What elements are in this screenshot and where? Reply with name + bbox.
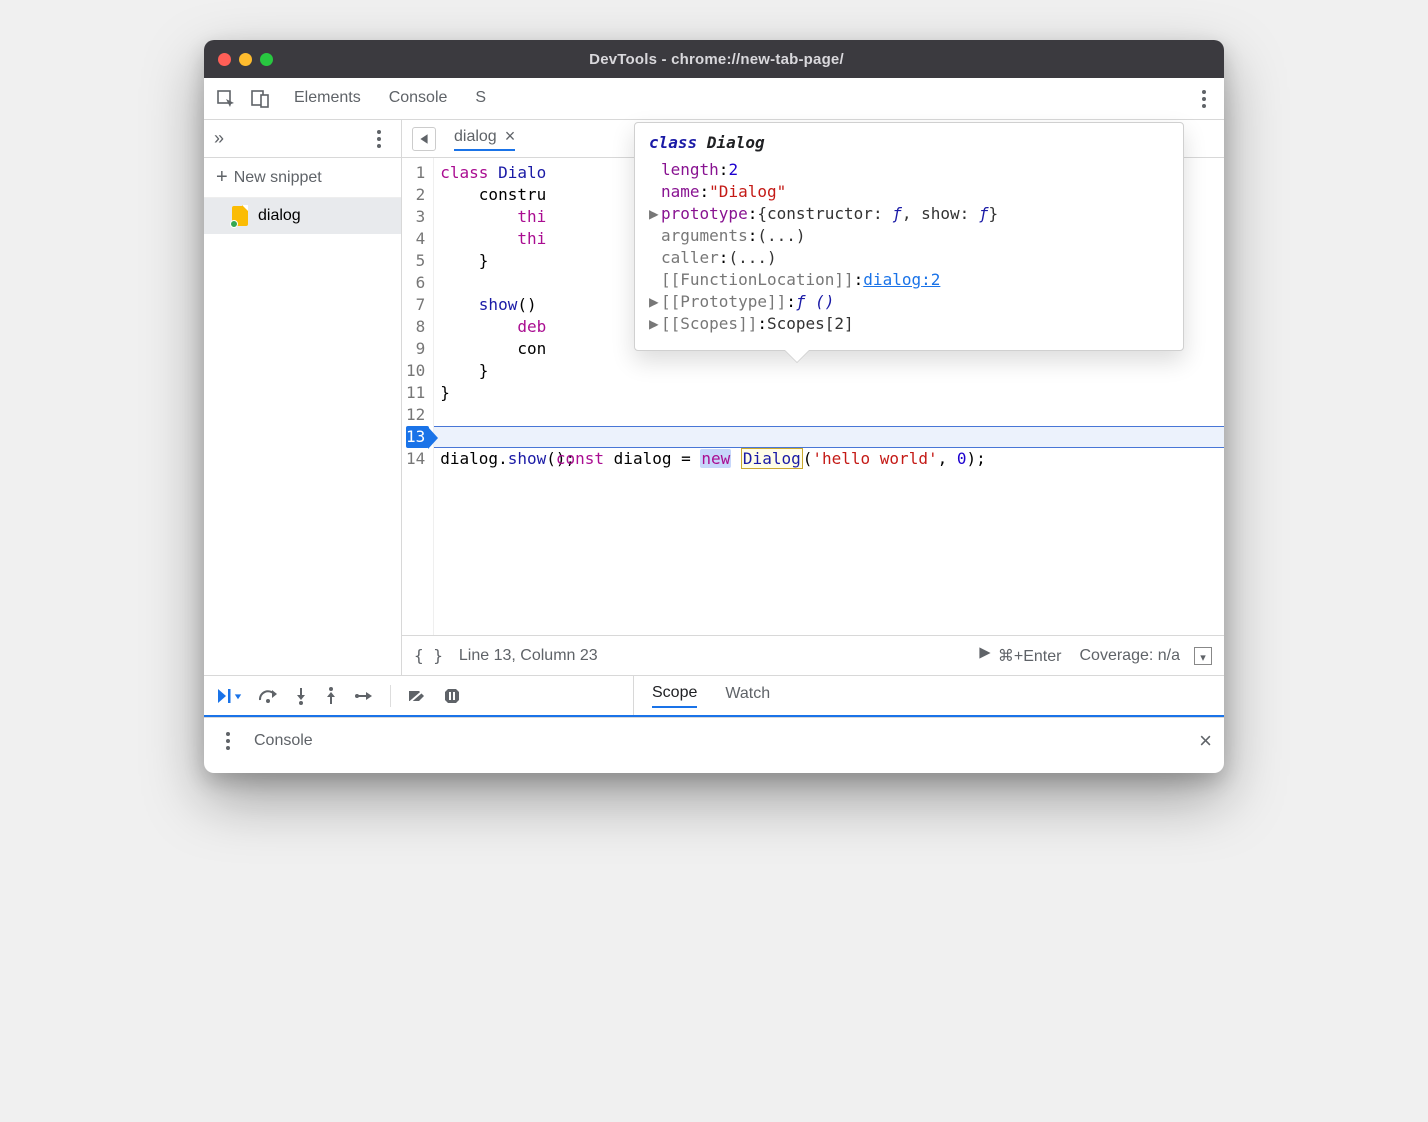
inspect-element-icon[interactable] <box>212 85 240 113</box>
close-tab-icon[interactable]: × <box>505 126 516 147</box>
minimize-window-icon[interactable] <box>239 53 252 66</box>
property-value: "Dialog" <box>709 182 786 201</box>
subtab-scope[interactable]: Scope <box>652 684 697 708</box>
debugger-bar: Scope Watch <box>204 675 1224 715</box>
settings-menu-icon[interactable] <box>1192 90 1216 108</box>
expand-triangle-icon[interactable]: ▶ <box>649 314 661 333</box>
line-gutter: 123 456 789 101112 13 14 <box>402 158 434 635</box>
window-title: DevTools - chrome://new-tab-page/ <box>273 51 1160 68</box>
close-window-icon[interactable] <box>218 53 231 66</box>
new-snippet-label: New snippet <box>234 169 322 187</box>
property-key: arguments <box>661 226 748 245</box>
format-button[interactable]: { } <box>414 646 443 665</box>
run-snippet-icon[interactable] <box>978 646 992 665</box>
property-value: (...) <box>728 248 776 267</box>
property-row[interactable]: ▶prototype: {constructor: ƒ, show: ƒ} <box>649 204 1169 223</box>
expand-triangle-icon[interactable]: ▶ <box>649 204 661 223</box>
expand-triangle-icon[interactable]: ▶ <box>649 292 661 311</box>
navigator-menu-icon[interactable] <box>367 130 391 148</box>
execution-arrow-icon <box>428 427 438 449</box>
property-row[interactable]: ▶name: "Dialog" <box>649 182 1169 201</box>
property-value[interactable]: dialog:2 <box>863 270 940 289</box>
plus-icon: + <box>216 166 228 189</box>
property-key: name <box>661 182 700 201</box>
property-key: caller <box>661 248 719 267</box>
property-row[interactable]: ▶[[Prototype]]: ƒ () <box>649 292 1169 311</box>
file-tab-label: dialog <box>454 128 497 146</box>
drawer-tab-console[interactable]: Console <box>254 732 313 750</box>
expand-tabs-icon[interactable]: » <box>214 128 224 149</box>
current-line-number: 13 <box>406 426 429 448</box>
coverage-toggle-icon[interactable]: ▾ <box>1194 647 1212 665</box>
run-shortcut-label: ⌘+Enter <box>998 646 1062 666</box>
top-toolbar: Elements Console S <box>204 78 1224 120</box>
step-out-button[interactable] <box>324 687 338 705</box>
snippet-item-dialog[interactable]: dialog <box>204 198 401 234</box>
property-key: length <box>661 160 719 179</box>
property-value: {constructor: ƒ, show: ƒ} <box>757 204 998 223</box>
new-snippet-button[interactable]: + New snippet <box>204 158 401 198</box>
property-value: 2 <box>728 160 738 179</box>
snippet-file-icon <box>232 206 248 226</box>
property-row[interactable]: ▶caller: (...) <box>649 248 1169 267</box>
property-row[interactable]: ▶arguments: (...) <box>649 226 1169 245</box>
property-value: (...) <box>757 226 805 245</box>
panel-tabs: Elements Console S <box>294 89 486 109</box>
property-row[interactable]: ▶[[FunctionLocation]]: dialog:2 <box>649 270 1169 289</box>
window-titlebar: DevTools - chrome://new-tab-page/ <box>204 40 1224 78</box>
highlighted-token-dialog[interactable]: Dialog <box>741 448 803 469</box>
resume-button[interactable] <box>216 687 242 705</box>
devtools-window: DevTools - chrome://new-tab-page/ Elemen… <box>204 40 1224 773</box>
object-inspector-popover: class Dialog ▶length: 2▶name: "Dialog"▶p… <box>634 122 1184 351</box>
property-row[interactable]: ▶length: 2 <box>649 160 1169 179</box>
close-drawer-icon[interactable]: × <box>1199 728 1212 754</box>
step-into-button[interactable] <box>294 687 308 705</box>
property-key: [[Prototype]] <box>661 292 786 311</box>
subtab-watch[interactable]: Watch <box>725 685 770 707</box>
property-key: [[Scopes]] <box>661 314 757 333</box>
tab-console[interactable]: Console <box>389 89 448 109</box>
tab-sources-truncated[interactable]: S <box>475 89 486 109</box>
coverage-label: Coverage: n/a <box>1079 647 1180 665</box>
navigator-top: » <box>204 120 401 158</box>
pause-on-exceptions-button[interactable] <box>443 687 461 705</box>
popover-header: class Dialog <box>649 133 1169 152</box>
tab-elements[interactable]: Elements <box>294 89 361 109</box>
property-value: ƒ () <box>796 292 835 311</box>
step-over-button[interactable] <box>258 688 278 704</box>
deactivate-breakpoints-button[interactable] <box>407 688 427 704</box>
editor-statusbar: { } Line 13, Column 23 ⌘+Enter Coverage:… <box>402 635 1224 675</box>
drawer-menu-icon[interactable] <box>216 732 240 750</box>
step-button[interactable] <box>354 689 374 703</box>
console-drawer: Console × <box>204 717 1224 763</box>
maximize-window-icon[interactable] <box>260 53 273 66</box>
debugger-subtabs: Scope Watch <box>634 676 1224 715</box>
property-key: prototype <box>661 204 748 223</box>
snippet-item-label: dialog <box>258 207 301 225</box>
property-row[interactable]: ▶[[Scopes]]: Scopes[2] <box>649 314 1169 333</box>
property-key: [[FunctionLocation]] <box>661 270 854 289</box>
property-value: Scopes[2] <box>767 314 854 333</box>
file-tab-dialog[interactable]: dialog × <box>454 126 515 151</box>
debugger-controls <box>204 676 634 715</box>
cursor-position: Line 13, Column 23 <box>459 647 598 665</box>
traffic-lights <box>218 53 273 66</box>
navigator-sidebar: » + New snippet dialog <box>204 120 402 675</box>
device-toggle-icon[interactable] <box>246 85 274 113</box>
navigate-back-button[interactable] <box>412 127 436 151</box>
divider <box>390 685 391 707</box>
